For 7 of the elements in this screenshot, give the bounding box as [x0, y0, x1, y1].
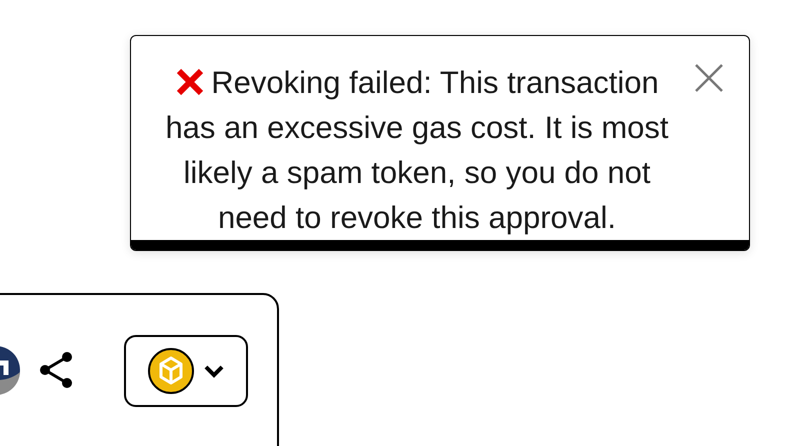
coin-icon [147, 347, 195, 395]
error-cross-icon [175, 67, 206, 97]
close-icon[interactable] [693, 62, 725, 94]
toast-message: Revoking failed: This transaction has an excessive gas cost. It is most likely a spam token, so you do not need to revoke this approval. [164, 64, 670, 237]
network-select-button[interactable] [124, 335, 248, 407]
caret-icon [203, 364, 225, 378]
share-icon[interactable] [38, 350, 74, 390]
